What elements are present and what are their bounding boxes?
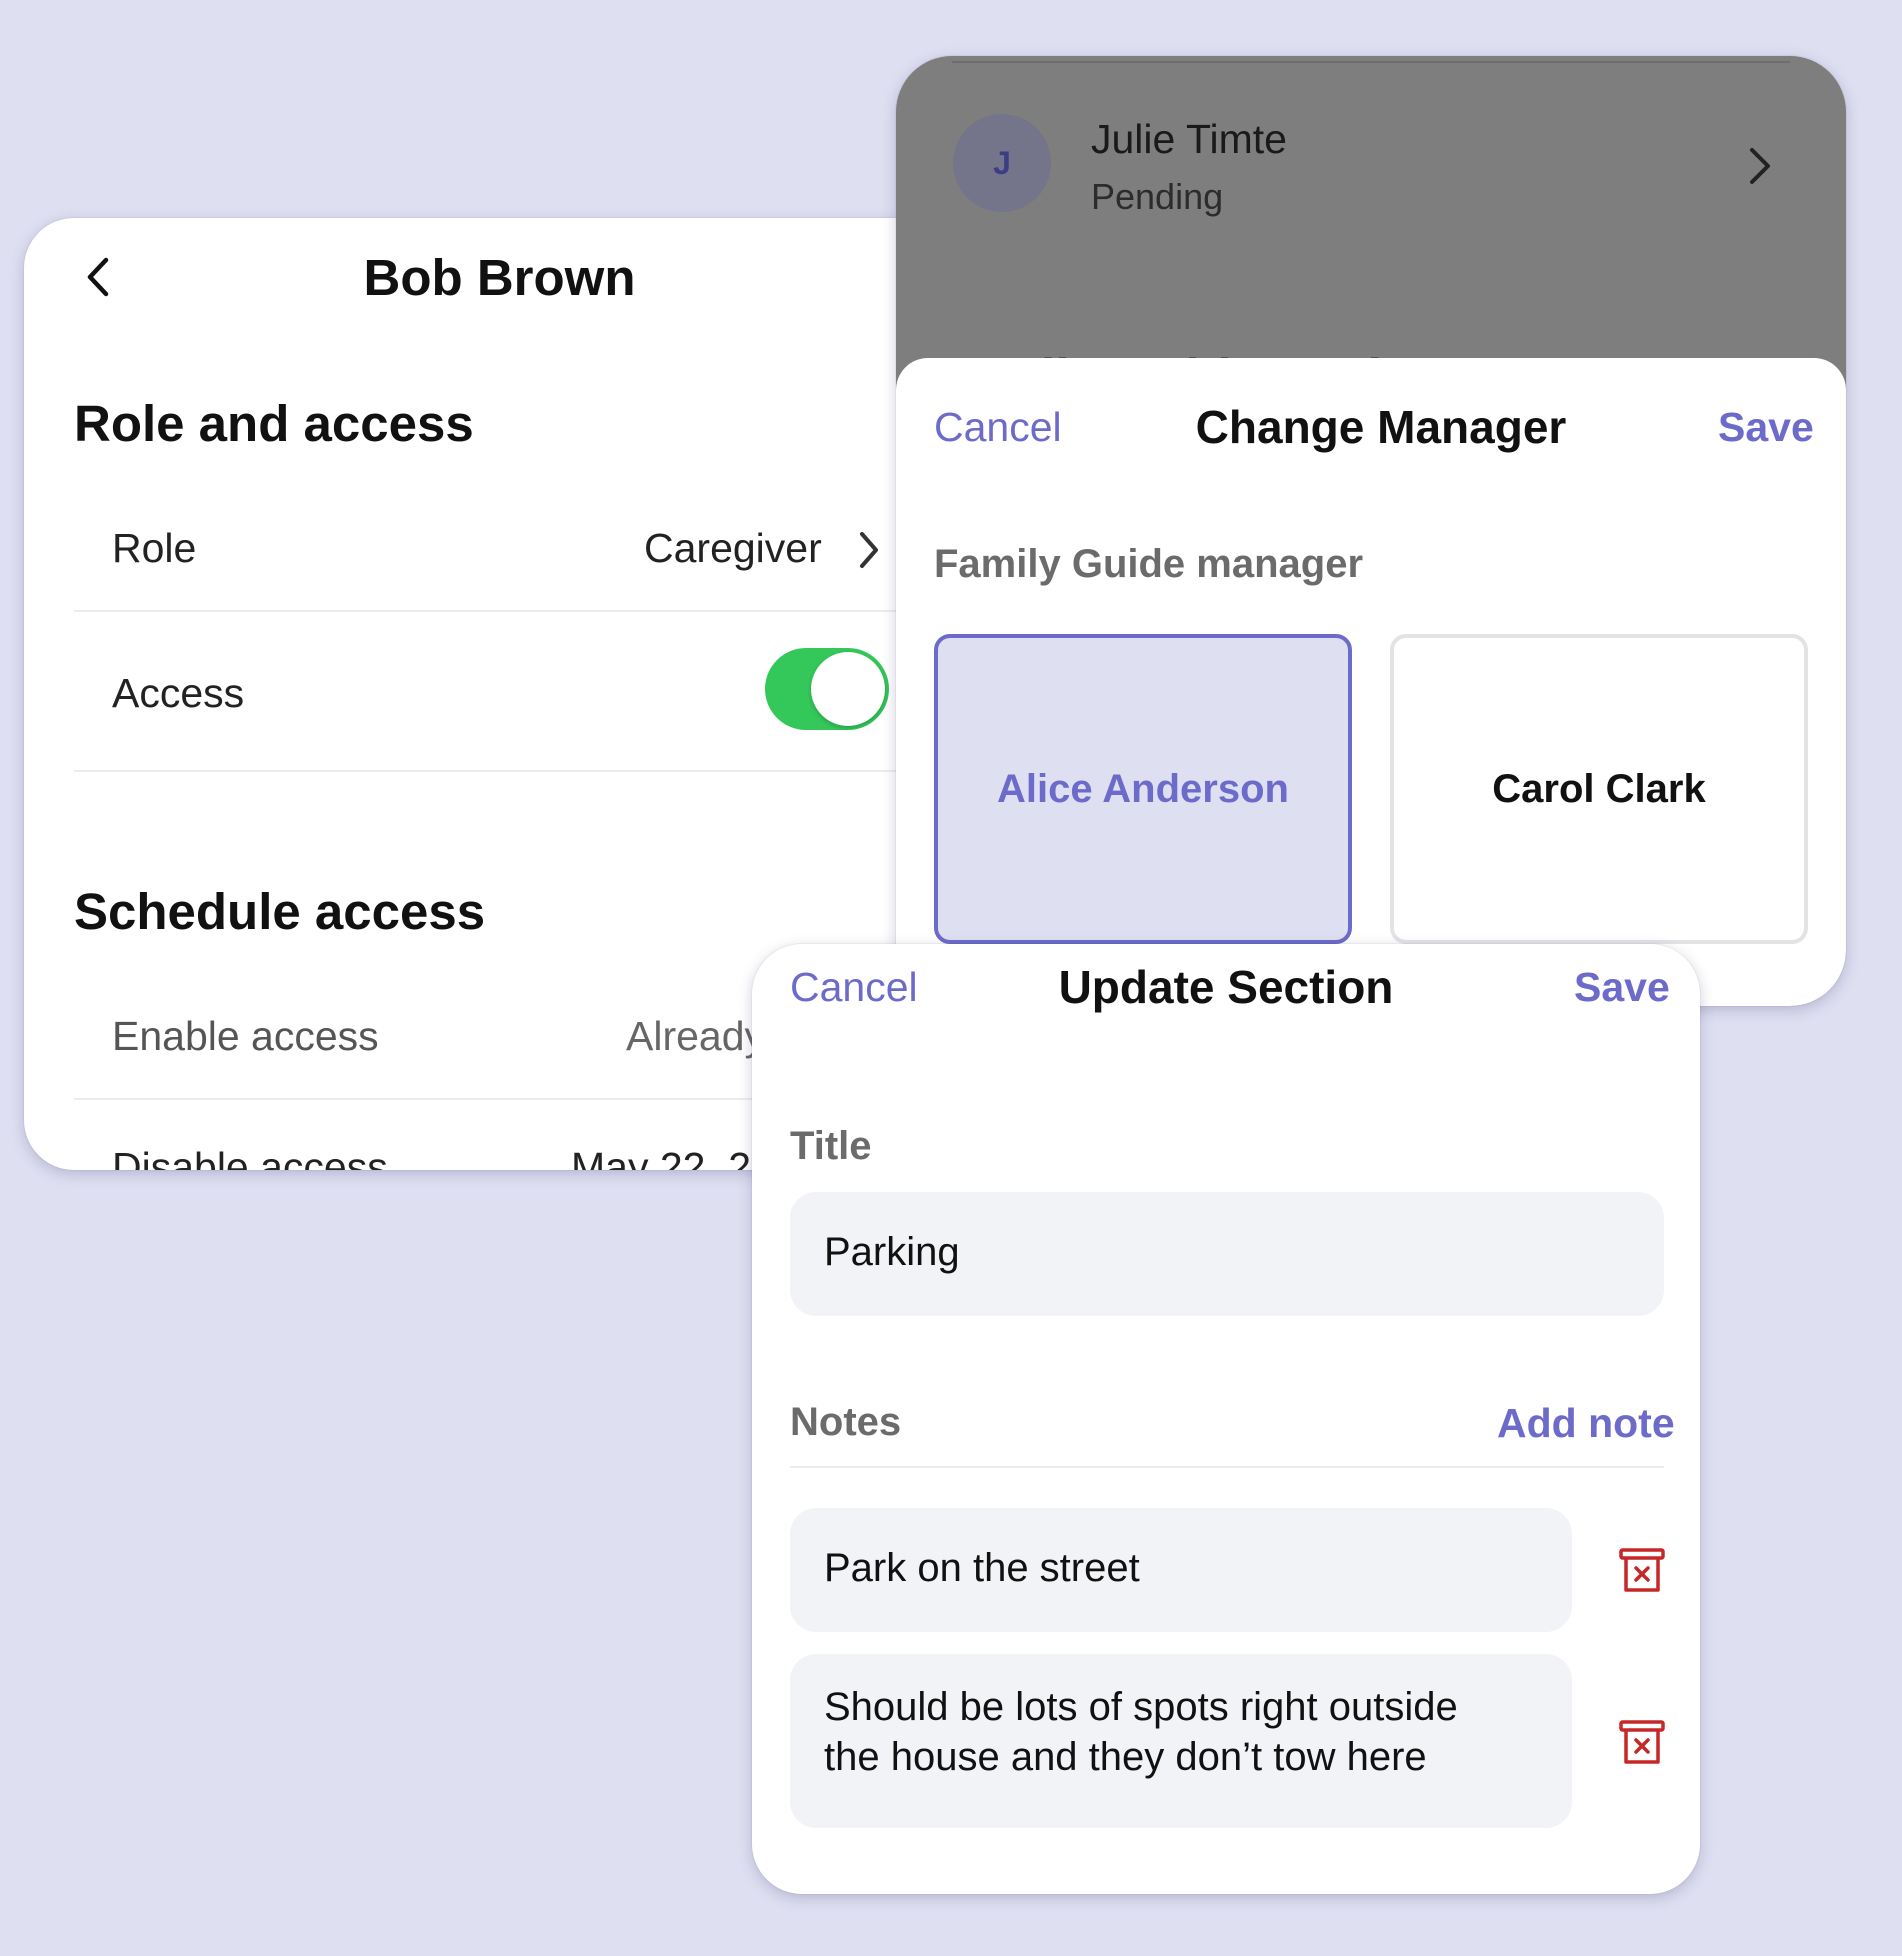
note-input[interactable]: Should be lots of spots right outside th…: [790, 1654, 1572, 1828]
change-manager-sheet: Cancel Change Manager Save Family Guide …: [896, 358, 1846, 1006]
sheet-title: Change Manager: [1195, 401, 1567, 453]
note-text-line: Should be lots of spots right outside: [824, 1685, 1458, 1729]
disable-access-label: Disable access: [112, 1144, 388, 1170]
cancel-button[interactable]: Cancel: [790, 964, 918, 1011]
role-value[interactable]: Caregiver: [644, 525, 822, 572]
access-toggle[interactable]: [765, 648, 889, 730]
add-note-button[interactable]: Add note: [1497, 1400, 1675, 1447]
contact-status: Pending: [1091, 176, 1224, 217]
enable-access-label: Enable access: [112, 1013, 379, 1059]
divider: [952, 61, 1790, 63]
avatar: J: [953, 114, 1051, 212]
update-section-card: Cancel Update Section Save Title Parking…: [752, 944, 1700, 1894]
manager-option[interactable]: Carol Clark: [1390, 634, 1808, 944]
chevron-right-icon[interactable]: [854, 528, 884, 572]
role-label: Role: [112, 525, 197, 571]
toggle-knob: [811, 652, 885, 726]
enable-access-value[interactable]: Already: [626, 1013, 765, 1060]
trash-x-icon[interactable]: [1618, 1718, 1666, 1766]
title-input-value: Parking: [824, 1230, 960, 1274]
note-text: Park on the street: [824, 1546, 1140, 1590]
cancel-button[interactable]: Cancel: [934, 404, 1062, 451]
notes-label: Notes: [790, 1400, 902, 1444]
save-button[interactable]: Save: [1718, 404, 1814, 451]
schedule-access-heading: Schedule access: [74, 883, 486, 940]
note-text-line: the house and they don’t tow here: [824, 1735, 1427, 1779]
note-input[interactable]: Park on the street: [790, 1508, 1572, 1632]
manager-option-selected[interactable]: Alice Anderson: [934, 634, 1352, 944]
title-field-label: Title: [790, 1124, 872, 1168]
sheet-title: Update Section: [1058, 961, 1394, 1013]
disable-access-value[interactable]: May 22, 2: [571, 1144, 751, 1170]
save-button[interactable]: Save: [1574, 964, 1670, 1011]
divider: [74, 770, 944, 772]
role-access-heading: Role and access: [74, 395, 474, 452]
trash-x-icon[interactable]: [1618, 1546, 1666, 1594]
title-input[interactable]: Parking: [790, 1192, 1664, 1316]
chevron-right-icon[interactable]: [1740, 144, 1780, 188]
manager-field-label: Family Guide manager: [934, 542, 1364, 586]
contact-name: Julie Timte: [1091, 116, 1287, 162]
divider: [74, 610, 944, 612]
page-title: Bob Brown: [363, 249, 636, 306]
access-label: Access: [112, 670, 245, 716]
change-manager-card: J Julie Timte Pending Family Guide setti…: [896, 56, 1846, 1006]
divider: [790, 1466, 1664, 1468]
